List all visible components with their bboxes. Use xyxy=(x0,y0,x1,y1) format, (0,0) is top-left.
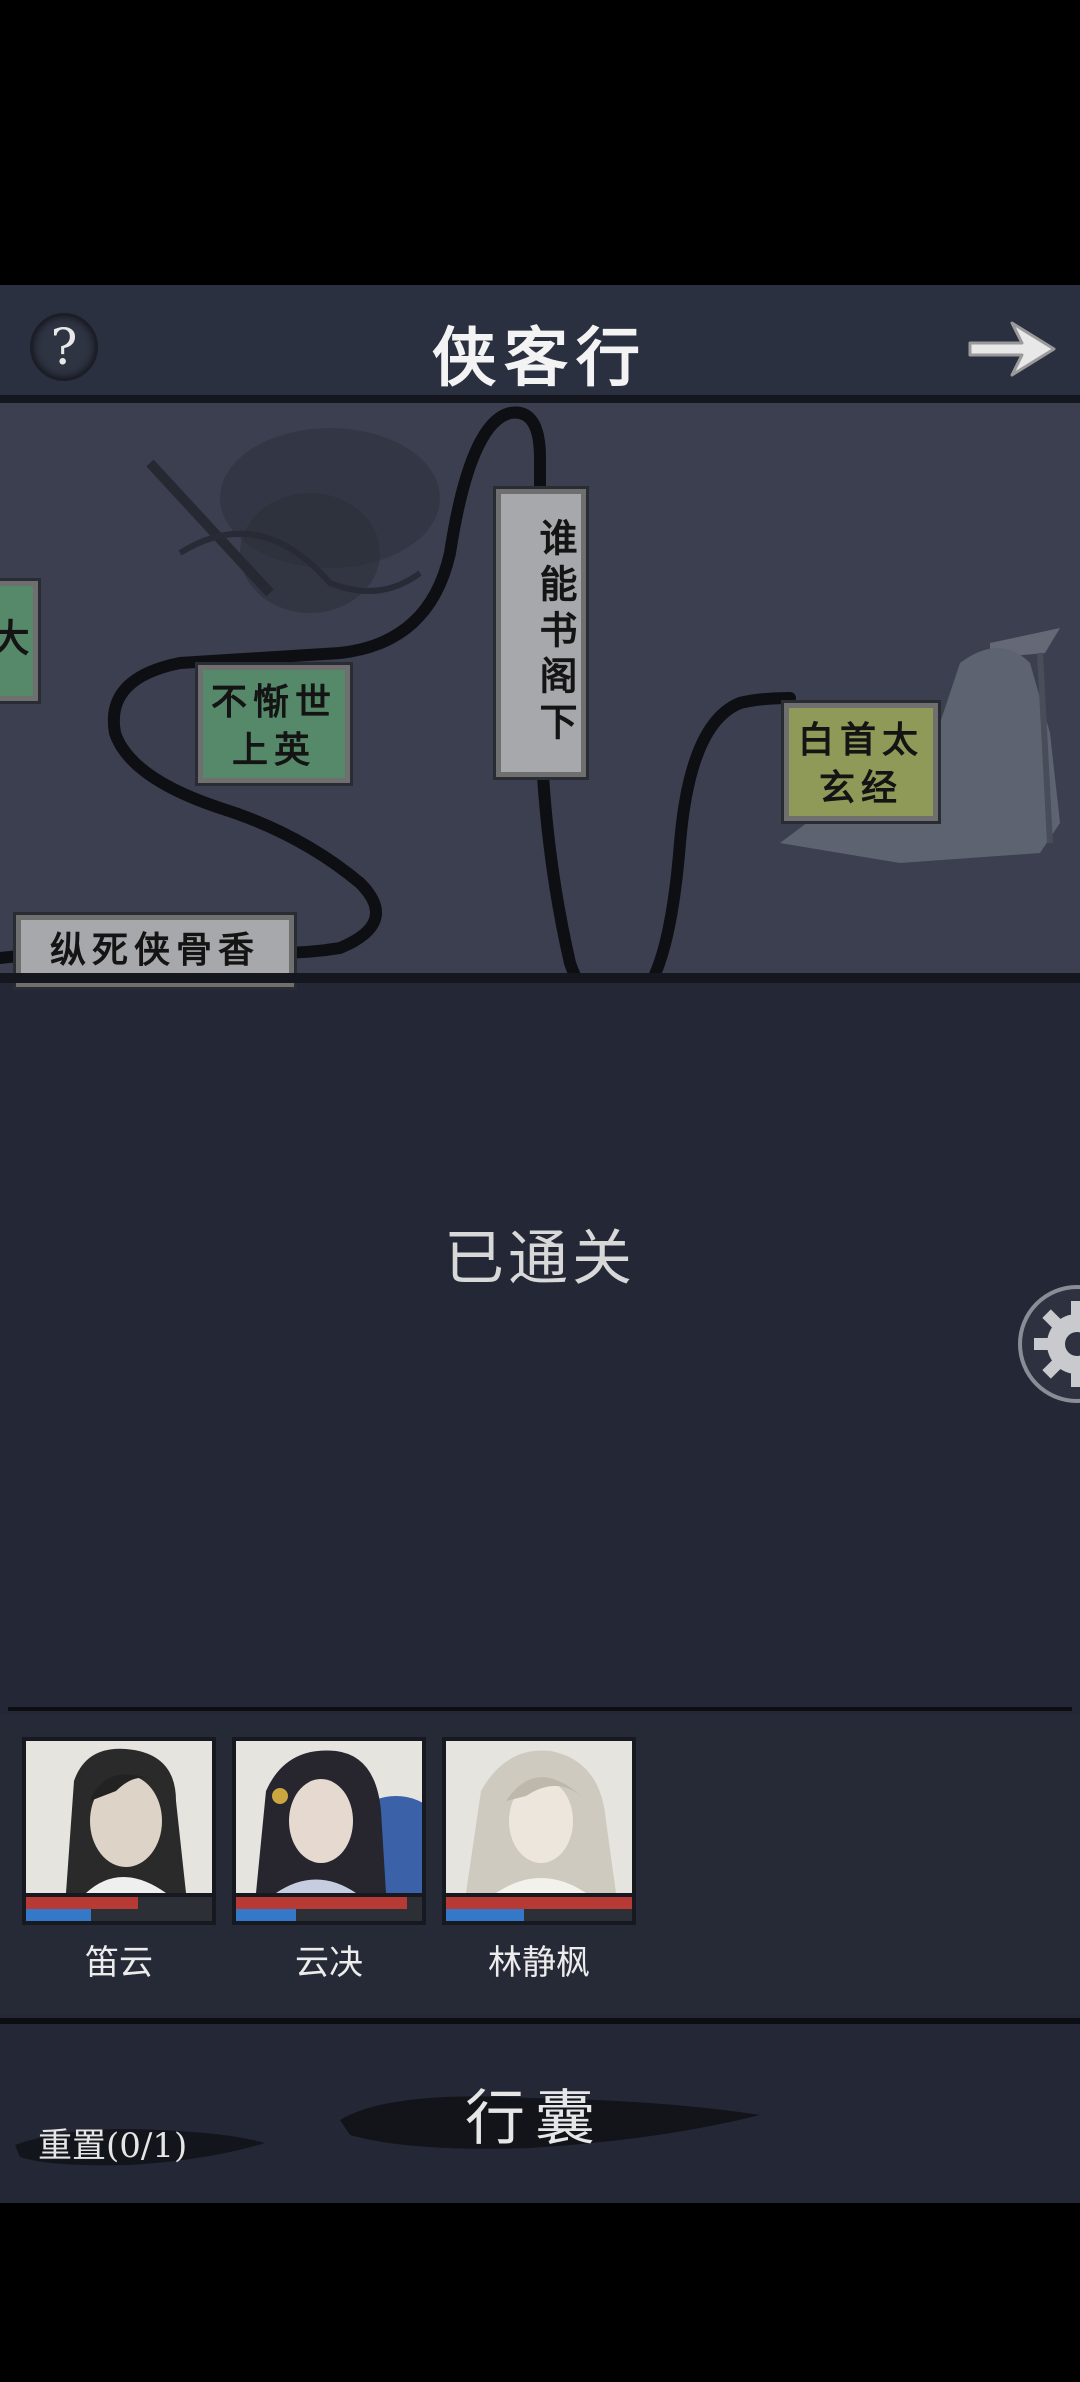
member-portrait xyxy=(232,1737,426,1897)
header-bar: ? 侠客行 xyxy=(0,285,1080,396)
game-screen: ? 侠客行 大 不惭世上英 谁能书阁下 白首太玄经 纵死侠骨香 已通关 笛云 云… xyxy=(0,285,1080,2203)
header-divider xyxy=(0,395,1080,403)
map-node-shuineng[interactable]: 谁能书阁下 xyxy=(496,489,586,777)
map-node-buchan-label: 不惭世上英 xyxy=(210,681,337,771)
map-node-baishou-label: 白首太玄经 xyxy=(797,719,924,809)
party-member-1[interactable]: 笛云 xyxy=(22,1737,216,1984)
next-arrow-button[interactable] xyxy=(964,313,1060,381)
footer-divider xyxy=(0,2018,1080,2024)
member-name: 笛云 xyxy=(85,1943,153,1983)
party-member-2[interactable]: 云决 xyxy=(232,1737,426,1984)
member-mp-bar xyxy=(442,1909,636,1925)
member-name: 云决 xyxy=(295,1943,363,1983)
ink-warrior-art xyxy=(146,428,440,613)
bag-button[interactable]: 行囊 xyxy=(350,2070,720,2157)
map-node-zongsi-label: 纵死侠骨香 xyxy=(49,929,260,971)
member-hp-bar xyxy=(22,1897,216,1909)
stage-map: 大 不惭世上英 谁能书阁下 白首太玄经 纵死侠骨香 xyxy=(0,403,1080,987)
member-hp-bar xyxy=(232,1897,426,1909)
reset-button[interactable]: 重置(0/1) xyxy=(38,2118,187,2167)
gear-icon xyxy=(1034,1301,1080,1387)
member-portrait xyxy=(22,1737,216,1897)
member-name: 林静枫 xyxy=(488,1943,590,1983)
status-cleared: 已通关 xyxy=(444,1224,636,1294)
member-hp-bar xyxy=(442,1897,636,1909)
map-node-buchan[interactable]: 不惭世上英 xyxy=(198,665,350,783)
page-title: 侠客行 xyxy=(432,321,648,396)
party-member-3[interactable]: 林静枫 xyxy=(442,1737,636,1984)
settings-button[interactable] xyxy=(1018,1285,1080,1403)
member-mp-bar xyxy=(232,1909,426,1925)
map-node-shuineng-label: 谁能书阁下 xyxy=(533,518,578,748)
map-node-partial-label: 大 xyxy=(0,618,30,664)
map-node-baishou[interactable]: 白首太玄经 xyxy=(784,703,938,821)
member-portrait xyxy=(442,1737,636,1897)
party-roster: 笛云 云决 林静枫 xyxy=(0,1715,1080,2015)
member-mp-bar xyxy=(22,1909,216,1925)
map-node-partial[interactable]: 大 xyxy=(0,581,38,701)
map-divider xyxy=(0,973,1080,983)
arrow-right-icon xyxy=(968,321,1056,377)
party-divider xyxy=(8,1707,1072,1711)
